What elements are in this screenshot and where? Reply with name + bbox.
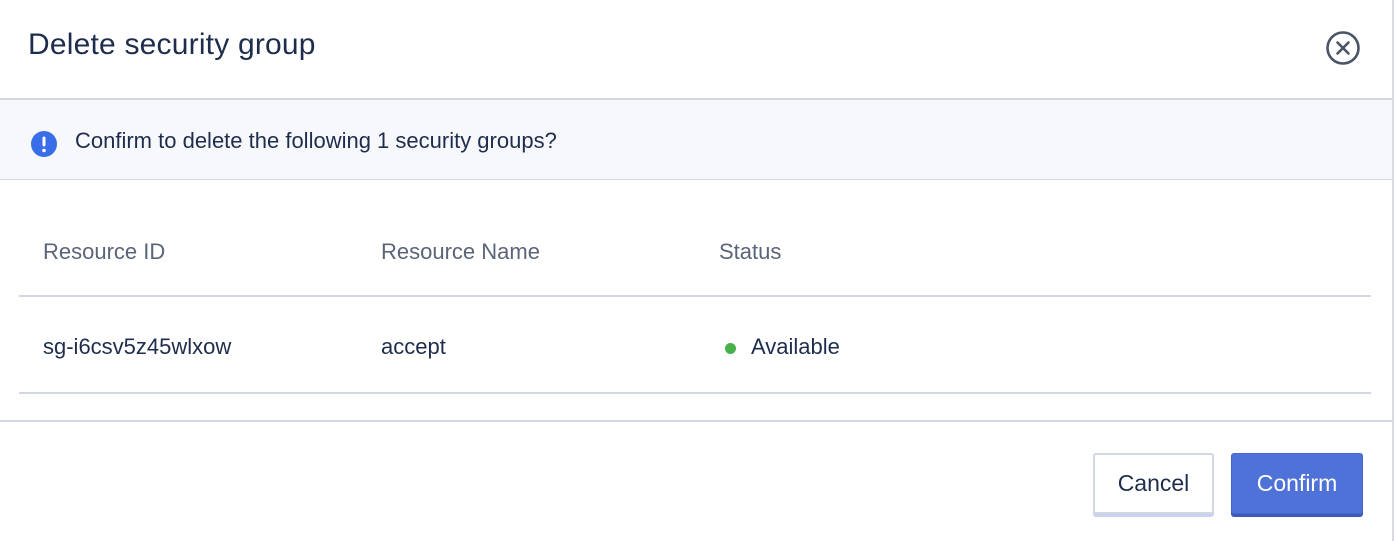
- exclamation-circle-icon: [31, 131, 57, 157]
- table-row: sg-i6csv5z45wlxow accept Available: [19, 297, 1371, 394]
- column-header-resource-name: Resource Name: [381, 239, 540, 264]
- cell-resource-id: sg-i6csv5z45wlxow: [43, 334, 232, 359]
- cell-resource-name: accept: [381, 334, 446, 359]
- table-header: Resource ID Resource Name Status: [19, 200, 1371, 297]
- confirmation-notice: Confirm to delete the following 1 securi…: [0, 100, 1392, 180]
- column-header-resource-id: Resource ID: [43, 239, 166, 264]
- footer-divider: [0, 420, 1394, 422]
- status-dot-icon: [725, 343, 736, 354]
- notice-text: Confirm to delete the following 1 securi…: [75, 128, 557, 153]
- close-icon[interactable]: [1325, 30, 1361, 66]
- dialog-header: Delete security group: [0, 0, 1392, 100]
- confirm-button[interactable]: Confirm: [1231, 453, 1363, 514]
- cancel-button[interactable]: Cancel: [1093, 453, 1214, 514]
- delete-security-group-dialog: Delete security group Confirm to delete …: [0, 0, 1394, 541]
- resource-table: Resource ID Resource Name Status sg-i6cs…: [19, 200, 1371, 394]
- cell-status: Available: [751, 334, 840, 359]
- column-header-status: Status: [719, 239, 782, 264]
- dialog-title: Delete security group: [28, 28, 316, 61]
